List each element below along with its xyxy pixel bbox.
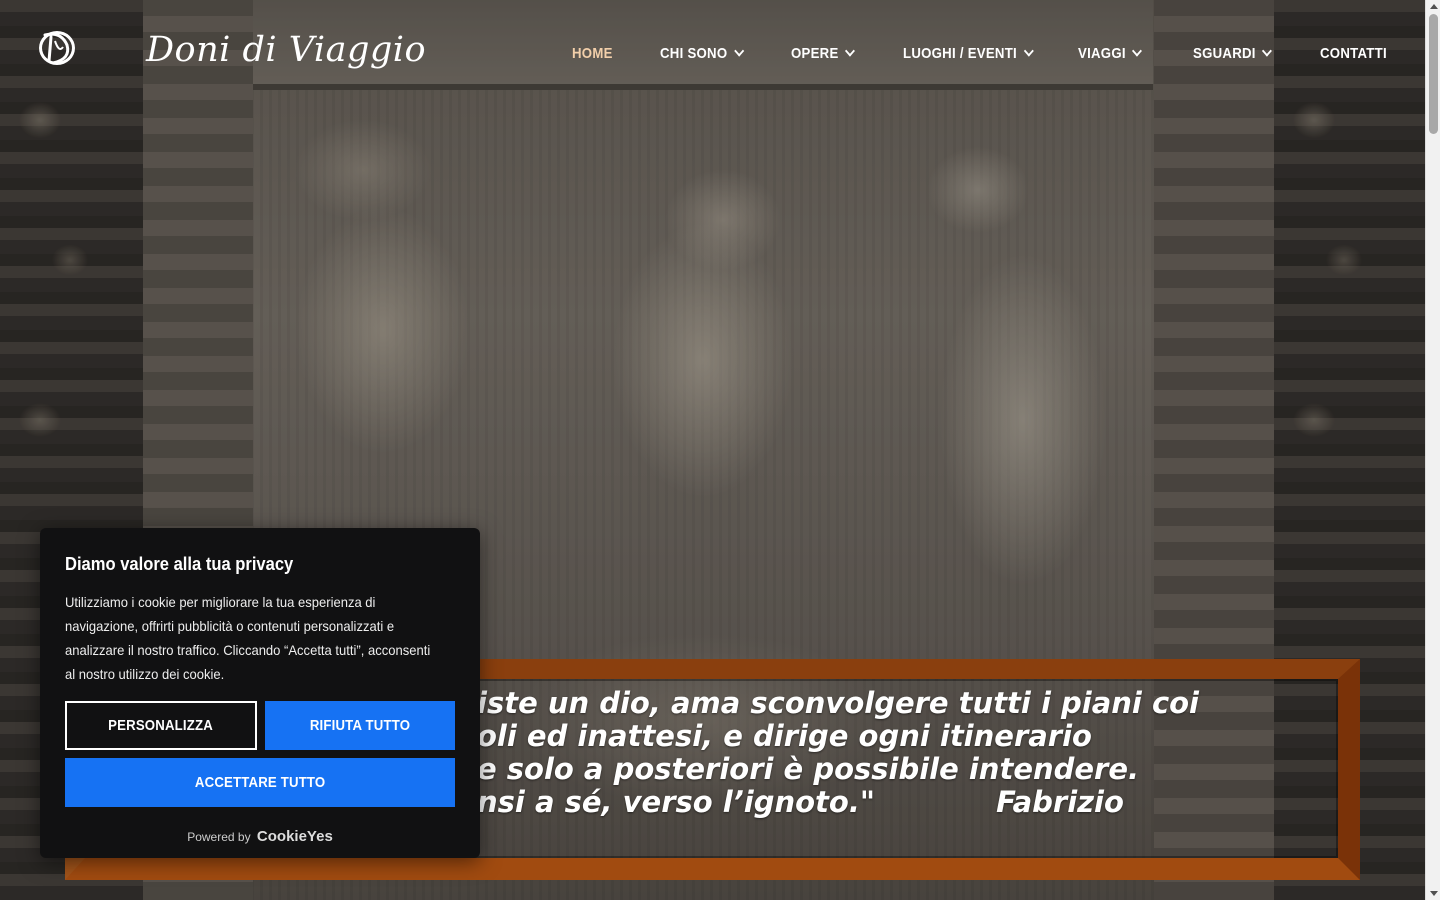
quote-text: iste un dio, ama sconvolgere tutti i pia…	[477, 687, 1440, 819]
site-title[interactable]: Doni di Viaggio	[146, 30, 426, 70]
reject-all-button-label: RIFIUTA TUTTO	[309, 717, 411, 734]
nav-viaggi-label: VIAGGI	[1078, 44, 1126, 62]
reject-all-button[interactable]: RIFIUTA TUTTO	[265, 701, 455, 750]
quote-line: e solo a posteriori è possibile intender…	[477, 752, 1140, 786]
cookie-description: Utilizziamo i cookie per migliorare la t…	[65, 594, 431, 682]
main-nav: HOME CHI SONO OPERE LUOGHI / EVENTI VIAG…	[572, 42, 1400, 64]
quote-line: iste un dio, ama sconvolgere tutti i pia…	[477, 686, 1199, 720]
nav-chi-sono-label: CHI SONO	[660, 44, 728, 62]
site-header: Doni di Viaggio HOME CHI SONO OPERE LUOG…	[0, 0, 1425, 105]
nav-opere-label: OPERE	[791, 44, 839, 62]
quote-line: oli ed inattesi, e dirige ogni itinerari…	[477, 719, 1092, 753]
scrollbar-thumb[interactable]	[1429, 14, 1438, 134]
scroll-down-arrow-icon[interactable]	[1430, 891, 1438, 896]
nav-home-label: HOME	[572, 44, 613, 62]
nav-contatti[interactable]: CONTATTI	[1320, 42, 1390, 64]
page-scrollbar[interactable]	[1425, 0, 1440, 900]
site-logo-icon[interactable]	[33, 27, 79, 69]
nav-chi-sono[interactable]: CHI SONO	[660, 42, 775, 64]
cookieyes-logo[interactable]: CookieYes	[257, 828, 333, 845]
powered-by-text: Powered by	[187, 830, 251, 844]
powered-by: Powered by CookieYes	[40, 828, 480, 845]
quote-line: nsi a sé, verso l’ignoto." Fabrizio	[477, 785, 1124, 819]
cookie-consent-banner: Diamo valore alla tua privacy Utilizziam…	[40, 528, 480, 858]
chevron-down-icon	[1023, 44, 1034, 57]
scroll-up-arrow-icon[interactable]	[1430, 4, 1438, 9]
nav-home[interactable]: HOME	[572, 42, 649, 64]
accept-all-button-label: ACCETTARE TUTTO	[194, 774, 326, 791]
nav-viaggi[interactable]: VIAGGI	[1078, 42, 1179, 64]
cookie-title: Diamo valore alla tua privacy	[65, 554, 294, 574]
customize-button-label: PERSONALIZZA	[108, 717, 214, 734]
nav-luoghi-eventi[interactable]: LUOGHI / EVENTI	[903, 42, 1057, 64]
accept-all-button[interactable]: ACCETTARE TUTTO	[65, 758, 455, 807]
nav-sguardi[interactable]: SGUARDI	[1193, 42, 1305, 64]
chevron-down-icon	[1132, 44, 1143, 57]
nav-sguardi-label: SGUARDI	[1193, 44, 1256, 62]
chevron-down-icon	[1262, 44, 1273, 57]
chevron-down-icon	[733, 44, 744, 57]
chevron-down-icon	[844, 44, 855, 57]
nav-contatti-label: CONTATTI	[1320, 44, 1387, 62]
customize-button[interactable]: PERSONALIZZA	[65, 701, 257, 750]
nav-luoghi-eventi-label: LUOGHI / EVENTI	[903, 44, 1017, 62]
nav-opere[interactable]: OPERE	[791, 42, 890, 64]
